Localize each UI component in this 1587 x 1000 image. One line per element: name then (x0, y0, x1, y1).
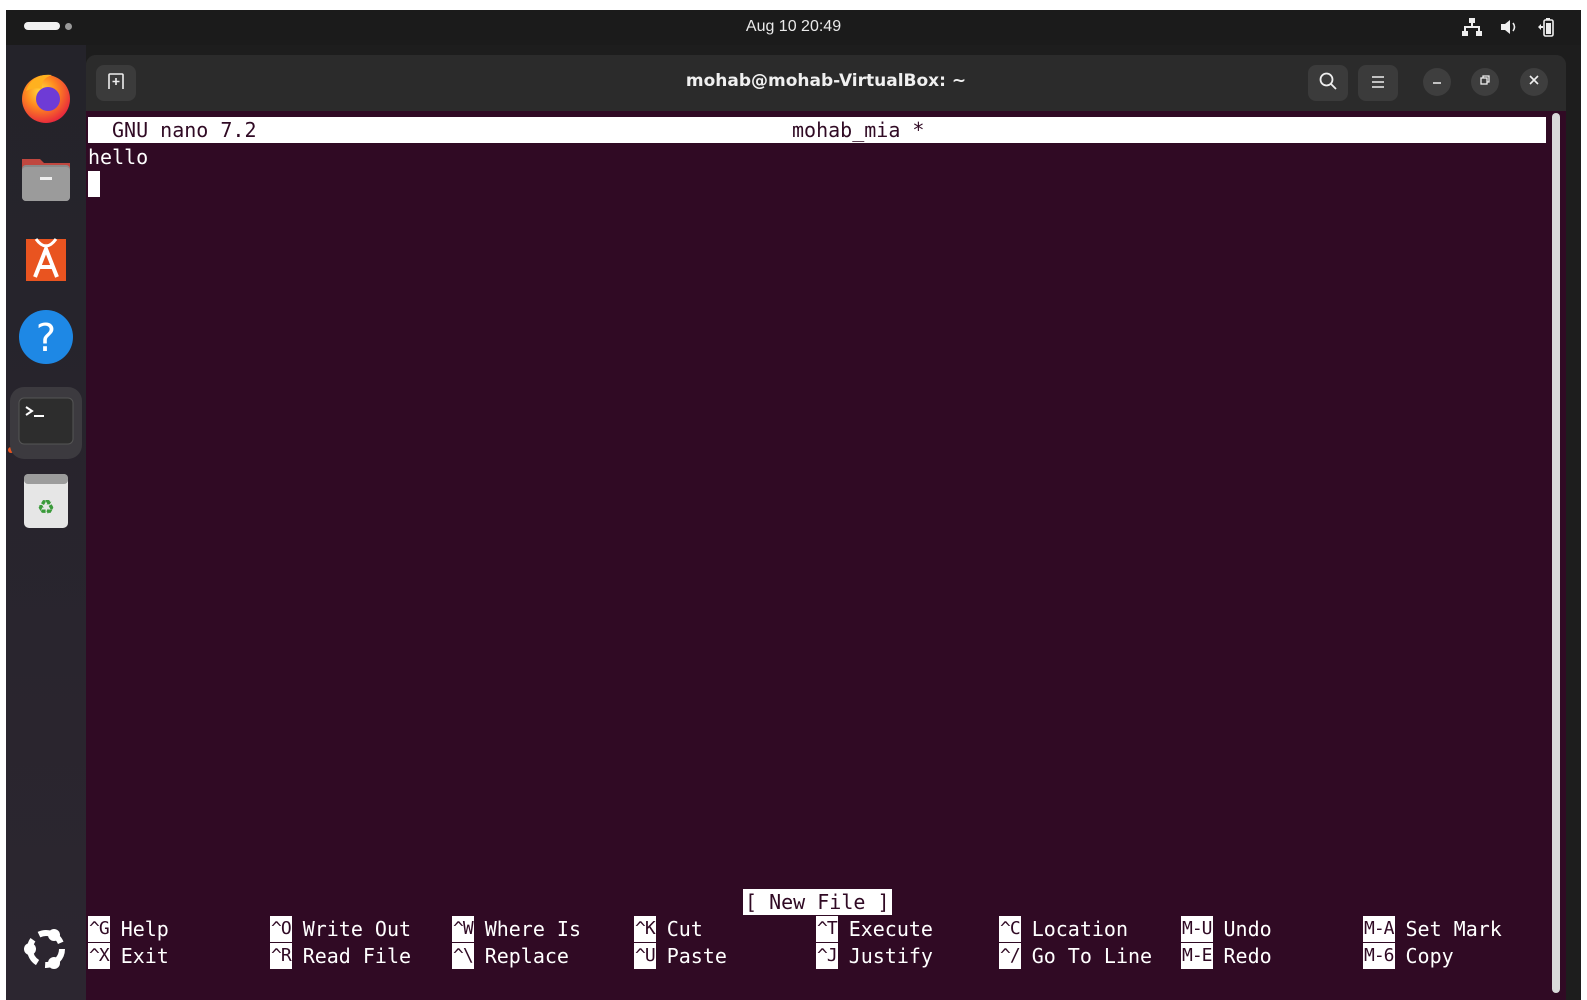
dock-item-terminal[interactable] (10, 387, 82, 459)
shortcut-label: Help (120, 917, 169, 941)
shortcut-location[interactable]: ^C Location (999, 916, 1128, 942)
shortcut-key: ^J (816, 943, 838, 969)
shortcut-label: Location (1031, 917, 1129, 941)
shortcut-replace[interactable]: ^\ Replace (452, 943, 569, 969)
shortcut-label: Redo (1223, 944, 1272, 968)
nano-shortcut-bar: ^G Help ^O Write Out ^W Where Is ^K Cut ^T Ex… (88, 916, 1538, 970)
shortcut-label: Undo (1223, 917, 1272, 941)
shortcut-where-is[interactable]: ^W Where Is (452, 916, 581, 942)
shortcut-label: Execute (848, 917, 933, 941)
shortcut-label: Where Is (484, 917, 582, 941)
shortcut-label: Write Out (302, 917, 412, 941)
desktop: Aug 10 20:49 ? ♻ mohab@mohab-VirtualBox:… (6, 10, 1581, 1000)
dock-item-show-apps[interactable] (10, 915, 82, 987)
shortcut-label: Replace (484, 944, 569, 968)
shortcut-exit[interactable]: ^X Exit (88, 943, 169, 969)
shortcut-key: ^O (270, 916, 292, 942)
dock: ? ♻ (6, 45, 86, 1000)
search-button[interactable] (1308, 65, 1348, 101)
shortcut-key: ^/ (999, 943, 1021, 969)
battery-icon[interactable] (1537, 17, 1559, 37)
search-icon (1318, 71, 1338, 95)
dock-item-trash[interactable]: ♻ (10, 467, 82, 539)
shortcut-key: ^U (634, 943, 656, 969)
text-cursor (88, 171, 100, 197)
shortcut-redo[interactable]: M-E Redo (1181, 943, 1272, 969)
shortcut-key: ^T (816, 916, 838, 942)
shortcut-go-to-line[interactable]: ^/ Go To Line (999, 943, 1152, 969)
shortcut-key: ^W (452, 916, 474, 942)
shortcut-label: Justify (848, 944, 933, 968)
hamburger-menu-icon (1370, 74, 1386, 93)
shortcut-undo[interactable]: M-U Undo (1181, 916, 1272, 942)
shortcut-copy[interactable]: M-6 Copy (1363, 943, 1454, 969)
shortcut-execute[interactable]: ^T Execute (816, 916, 933, 942)
shortcut-key: M-U (1181, 916, 1213, 942)
shortcut-label: Paste (666, 944, 727, 968)
nano-title-bar: GNU nano 7.2 mohab_mia * (88, 117, 1546, 143)
shortcut-key: M-A (1363, 916, 1395, 942)
terminal-scrollbar[interactable] (1552, 113, 1560, 993)
shortcut-paste[interactable]: ^U Paste (634, 943, 727, 969)
shortcut-key: ^G (88, 916, 110, 942)
shortcut-label: Copy (1405, 944, 1454, 968)
editor-line[interactable]: hello (88, 145, 148, 169)
svg-text:?: ? (36, 316, 56, 360)
dock-item-help[interactable]: ? (10, 303, 82, 375)
app-center-icon (18, 229, 74, 289)
system-tray[interactable] (1461, 17, 1559, 37)
shortcut-key: ^C (999, 916, 1021, 942)
window-headerbar: mohab@mohab-VirtualBox: ~ (86, 55, 1566, 111)
nano-status-message: [ New File ] (743, 889, 892, 915)
shortcut-key: ^K (634, 916, 656, 942)
shortcut-key: ^\ (452, 943, 474, 969)
restore-icon (1479, 74, 1491, 90)
files-icon (18, 149, 74, 209)
dock-item-firefox[interactable] (10, 63, 82, 135)
shortcut-label: Go To Line (1031, 944, 1153, 968)
shortcut-cut[interactable]: ^K Cut (634, 916, 703, 942)
close-icon (1528, 74, 1540, 90)
shortcut-key: ^R (270, 943, 292, 969)
shortcut-label: Exit (120, 944, 169, 968)
svg-text:♻: ♻ (37, 495, 55, 519)
firefox-icon (18, 69, 74, 129)
terminal-icon (18, 397, 74, 449)
shortcut-key: M-E (1181, 943, 1213, 969)
ubuntu-logo-icon (20, 923, 72, 979)
shortcut-key: ^X (88, 943, 110, 969)
volume-icon[interactable] (1499, 17, 1521, 37)
minimize-icon (1431, 74, 1443, 90)
help-icon: ? (18, 309, 74, 369)
shortcut-label: Set Mark (1405, 917, 1502, 941)
network-icon[interactable] (1461, 17, 1483, 37)
shortcut-justify[interactable]: ^J Justify (816, 943, 933, 969)
shortcut-help[interactable]: ^G Help (88, 916, 169, 942)
nano-version: GNU nano 7.2 (112, 118, 257, 142)
menu-button[interactable] (1358, 65, 1398, 101)
shortcut-write-out[interactable]: ^O Write Out (270, 916, 411, 942)
clock[interactable]: Aug 10 20:49 (6, 18, 1581, 36)
close-button[interactable] (1520, 68, 1548, 96)
shortcut-key: M-6 (1363, 943, 1395, 969)
terminal-window: mohab@mohab-VirtualBox: ~ GNU nano 7.2 m… (86, 55, 1566, 1000)
restore-button[interactable] (1471, 68, 1499, 96)
shortcut-label: Cut (666, 917, 703, 941)
trash-icon: ♻ (22, 472, 70, 534)
shortcut-set-mark[interactable]: M-A Set Mark (1363, 916, 1502, 942)
top-bar: Aug 10 20:49 (6, 10, 1581, 45)
dock-item-files[interactable] (10, 143, 82, 215)
shortcut-label: Read File (302, 944, 412, 968)
minimize-button[interactable] (1423, 68, 1451, 96)
terminal-body[interactable]: GNU nano 7.2 mohab_mia * hello [ New Fil… (86, 111, 1566, 1000)
nano-filename: mohab_mia * (792, 118, 925, 142)
dock-item-app-center[interactable] (10, 223, 82, 295)
shortcut-read-file[interactable]: ^R Read File (270, 943, 411, 969)
